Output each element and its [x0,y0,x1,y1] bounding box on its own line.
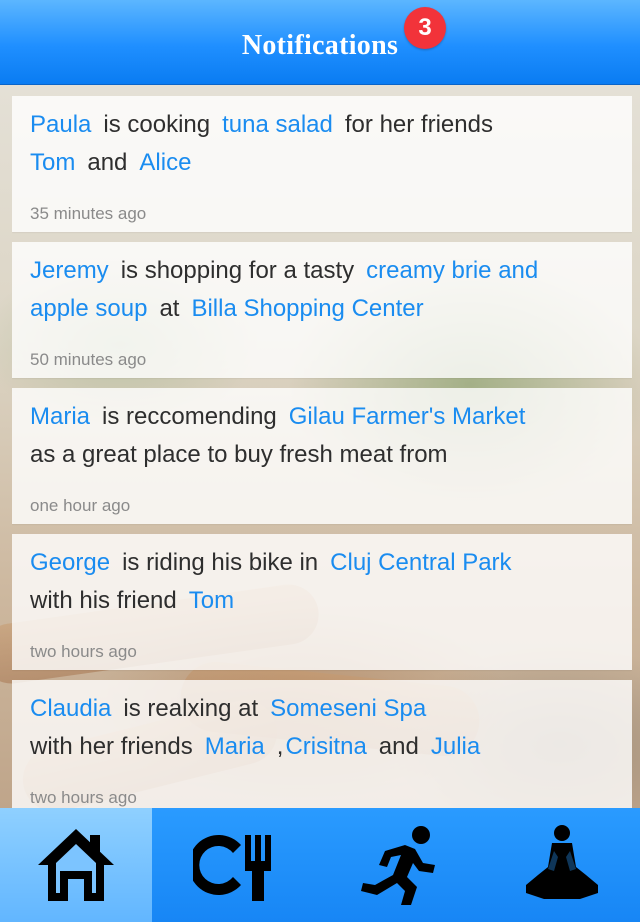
notification-text: Paula is cooking tuna salad for her friends [30,110,505,140]
tab-home[interactable] [0,808,152,922]
notification-link[interactable]: Jeremy [30,257,109,284]
notification-card[interactable]: Paula is cooking tuna salad for her friends… [12,96,632,232]
notification-count-badge: 3 [404,7,446,49]
notification-link[interactable]: Cluj Central Park [330,549,511,576]
meditation-icon [526,825,598,899]
notification-link[interactable]: Gilau Farmer's Market [289,403,526,430]
running-icon [361,826,435,905]
notification-text: Claudia is realxing at Someseni Spa [30,694,438,724]
notification-link[interactable]: Billa Shopping Center [191,295,423,322]
notification-link[interactable]: Julia [431,733,480,760]
notification-link[interactable]: Paula [30,111,91,138]
notification-text-segment: with her friends [30,733,193,760]
notification-feed[interactable]: Paula is cooking tuna salad for her friends… [12,96,632,808]
notification-text: with his friend Tom [30,586,246,616]
notification-link[interactable]: George [30,549,110,576]
notification-text: as a great place to buy fresh meat from [30,440,460,470]
notification-card[interactable]: Claudia is realxing at Someseni Spa with he… [12,680,632,808]
tab-food[interactable] [162,808,314,922]
notification-text-segment: , [276,733,284,760]
notification-text-segment: is shopping for a tasty [120,257,355,284]
notification-text-segment: with his friend [30,587,177,614]
notification-link[interactable]: Alice [139,149,191,176]
notification-text: Tom and Alice [30,148,203,178]
notification-timestamp: 50 minutes ago [30,350,147,369]
notification-timestamp: two hours ago [30,642,137,661]
notification-text: apple soup at Billa Shopping Center [30,294,436,324]
notification-text-segment: is riding his bike in [122,549,319,576]
notification-text-segment: at [159,295,180,322]
notification-link[interactable]: tuna salad [222,111,333,138]
home-icon [38,829,114,901]
notification-text: George is riding his bike in Cluj Central … [30,548,524,578]
tab-activity[interactable] [324,808,476,922]
notification-link[interactable]: Claudia [30,695,111,722]
notification-card[interactable]: George is riding his bike in Cluj Central … [12,534,632,670]
notification-text-segment: and [378,733,419,760]
notification-link[interactable]: apple soup [30,295,147,322]
notification-timestamp: 35 minutes ago [30,204,147,223]
notification-text-segment: as a great place to buy fresh meat from [30,441,448,468]
notification-timestamp: one hour ago [30,496,131,515]
notification-text: Maria is reccomending Gilau Farmer's Marke… [30,402,537,432]
notification-text-segment: and [87,149,128,176]
notification-text-segment: is cooking [103,111,211,138]
notification-link[interactable]: Maria [205,733,265,760]
notification-text-segment: for her friends [344,111,493,138]
notification-link[interactable]: Crisitna [285,733,366,760]
notification-link[interactable]: Tom [30,149,75,176]
notification-card[interactable]: Maria is reccomending Gilau Farmer's Marke… [12,388,632,524]
notification-link[interactable]: Someseni Spa [270,695,426,722]
tab-bar [0,808,640,922]
navigation-header: Notifications 3 [0,0,640,85]
notification-link[interactable]: Tom [189,587,234,614]
notification-timestamp: two hours ago [30,788,137,807]
notification-link[interactable]: creamy brie and [366,257,538,284]
notification-text-segment: is reccomending [102,403,277,430]
restaurant-icon [193,835,271,901]
notification-card[interactable]: Jeremy is shopping for a tasty creamy brie… [12,242,632,378]
notification-link[interactable]: Maria [30,403,90,430]
notification-text: Jeremy is shopping for a tasty creamy brie… [30,256,550,286]
tab-wellness[interactable] [486,808,638,922]
notification-text-segment: is realxing at [123,695,259,722]
page-title: Notifications [241,30,399,61]
notification-text: with her friends Maria ,Crisitna and Julia [30,732,492,762]
